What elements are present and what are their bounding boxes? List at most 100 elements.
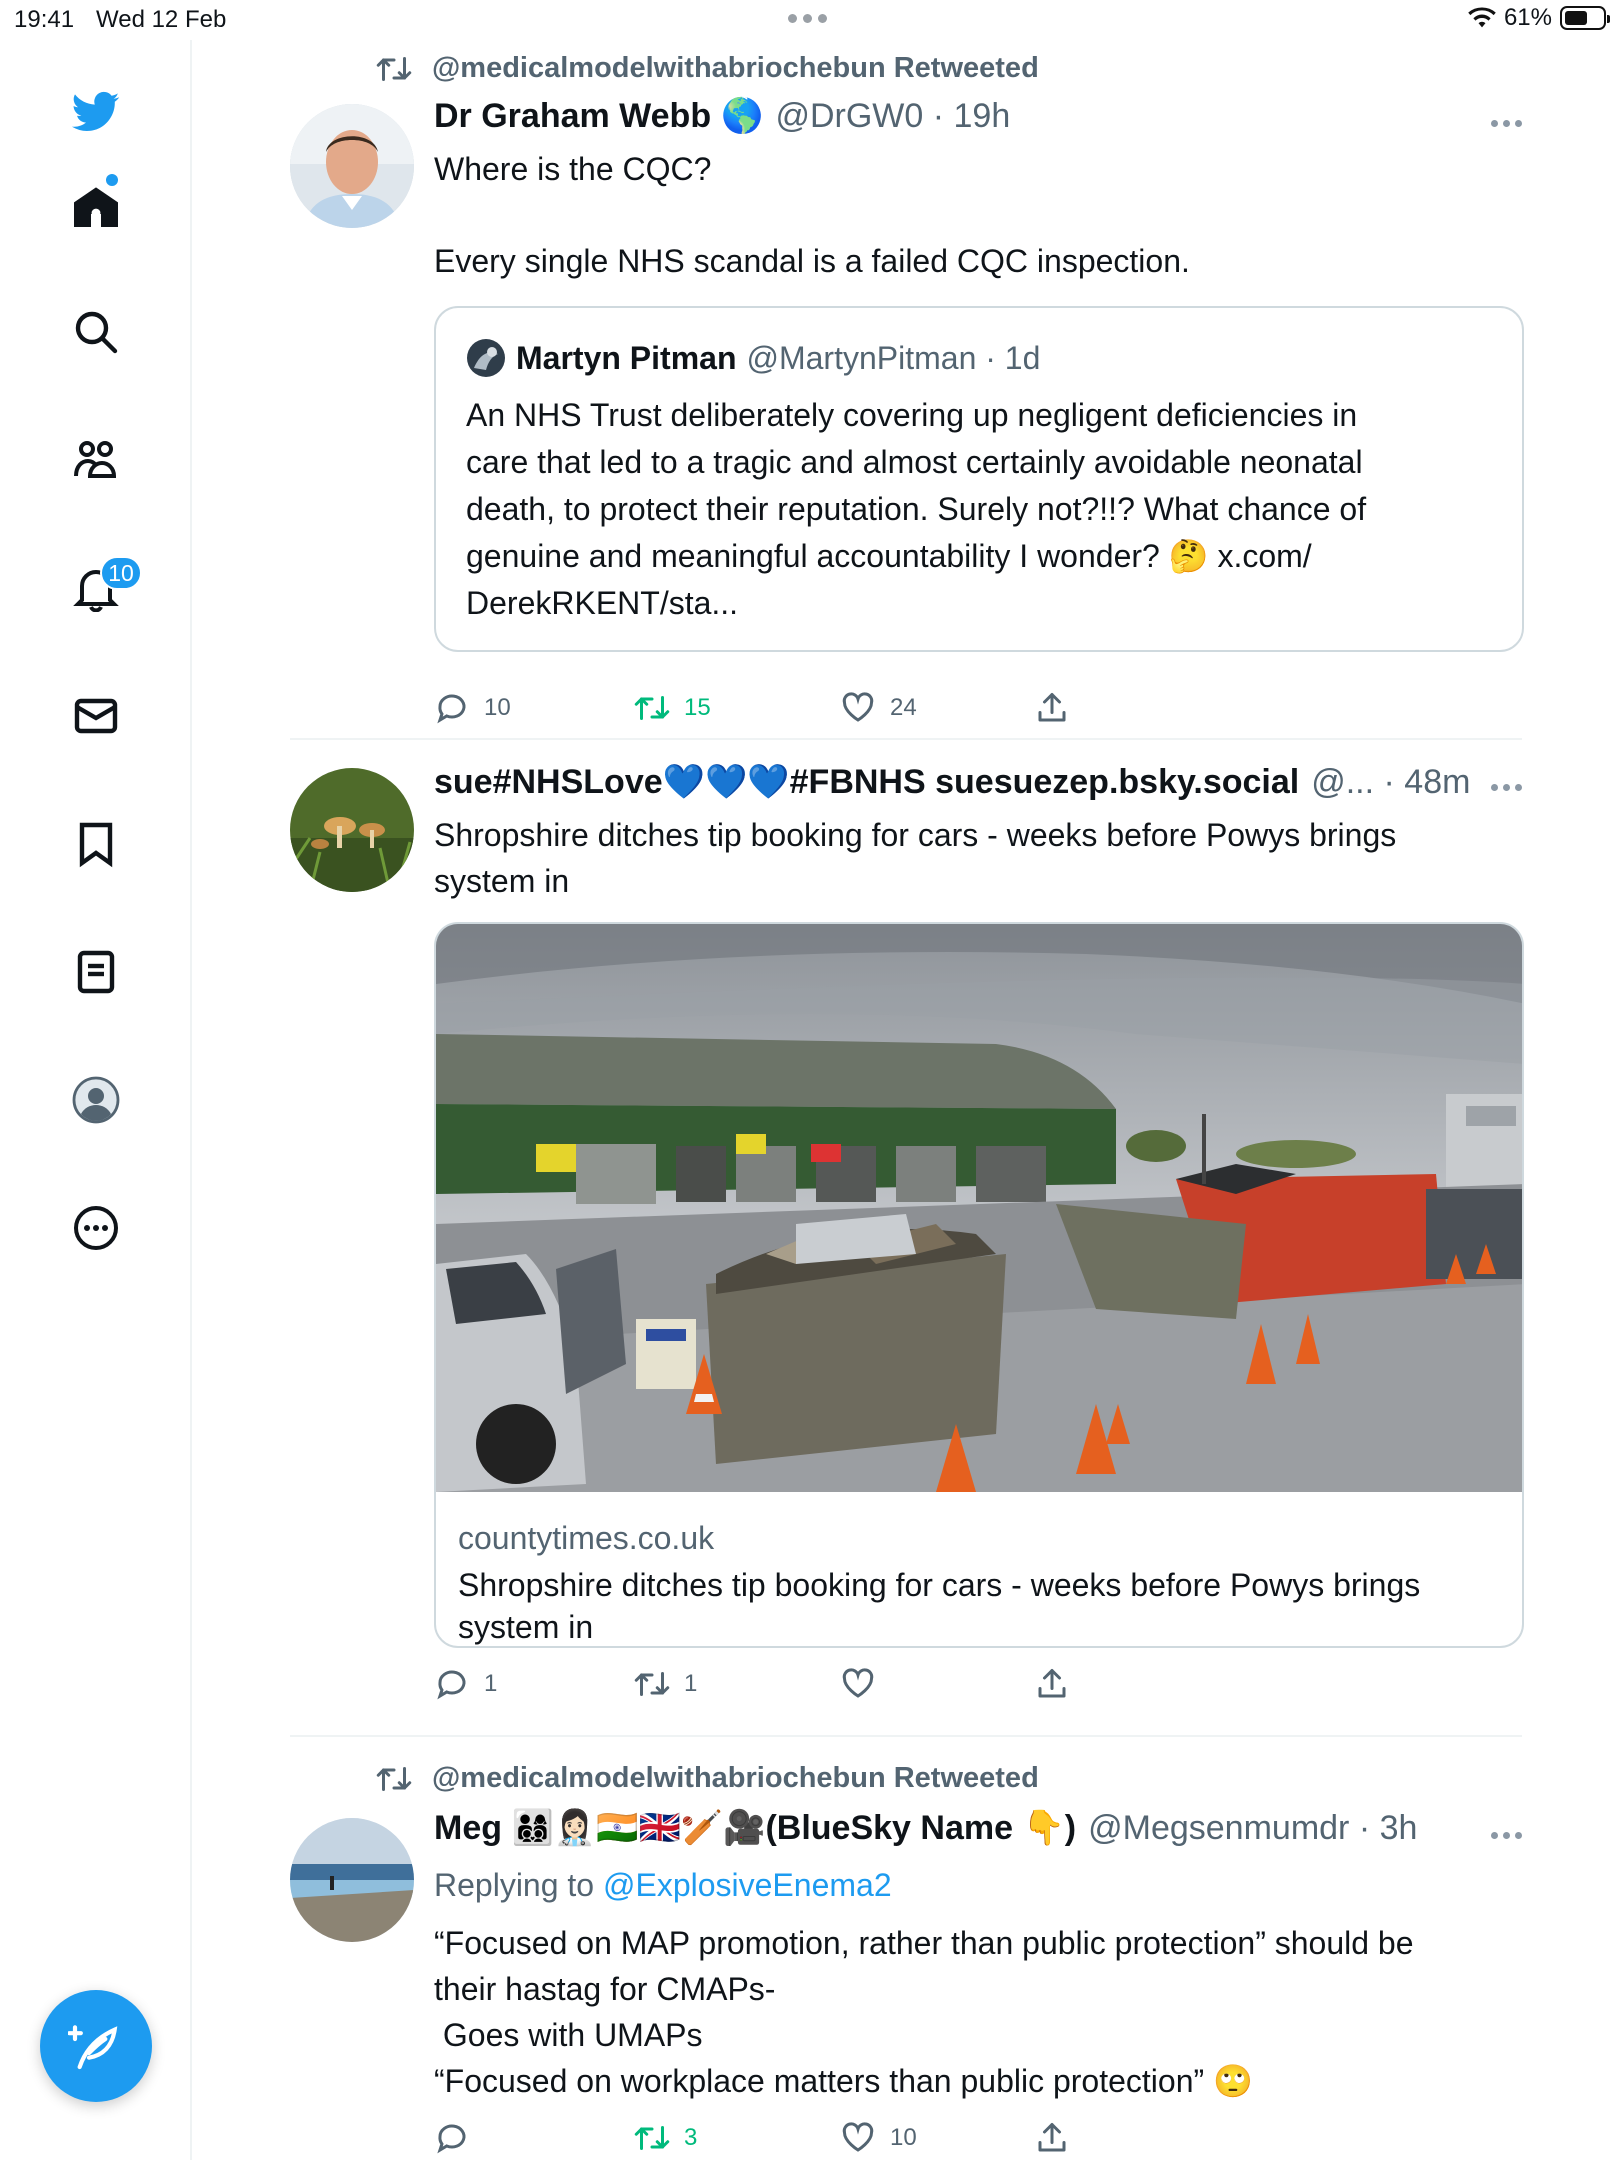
quoted-author-handle-time: @MartynPitman · 1d [746, 339, 1041, 376]
retweet-count: 15 [684, 694, 711, 721]
sidebar: 10 [0, 40, 192, 2160]
tweet-actions: 3 10 [434, 2120, 1114, 2160]
quote-line: care that led to a tragic and almost cer… [466, 444, 1363, 480]
compose-tweet-button[interactable] [40, 1990, 152, 2102]
share-icon [1038, 1669, 1066, 1698]
card-title-line: Shropshire ditches tip booking for cars … [458, 1567, 1421, 1603]
quote-line: DerekRKENT/sta... [466, 585, 739, 621]
tweet-line: Where is the CQC? [434, 151, 712, 187]
heart-icon [842, 2122, 874, 2152]
share-button[interactable] [1034, 2120, 1070, 2156]
share-button[interactable] [1034, 1666, 1070, 1702]
notifications-badge: 10 [100, 556, 142, 590]
author-name[interactable]: sue#NHSLove💙💙💙#FBNHS suesuezep.bsky.soci… [434, 762, 1299, 802]
compose-feather-icon [68, 2025, 118, 2070]
tweet-text: “Focused on MAP promotion, rather than p… [434, 1920, 1414, 2104]
retweet-icon [634, 2126, 670, 2150]
avatar[interactable] [290, 768, 414, 892]
author-handle-time[interactable]: @Megsenmumdr · 3h [1088, 1809, 1417, 1848]
quoted-avatar [467, 339, 505, 377]
replying-to-link[interactable]: @ExplosiveEnema2 [603, 1867, 892, 1903]
retweet-context: @medicalmodelwithabriochebun Retweeted [376, 1762, 1039, 1795]
like-button[interactable] [840, 1666, 890, 1702]
home-icon[interactable] [70, 182, 122, 234]
reply-button[interactable] [434, 2120, 484, 2156]
card-title-line: system in [458, 1609, 594, 1645]
reply-count: 1 [484, 1670, 498, 1697]
tweet-header: Dr Graham Webb 🌎 @DrGW0 · 19h [434, 96, 1010, 136]
link-card[interactable]: countytimes.co.uk Shropshire ditches tip… [434, 922, 1524, 1648]
like-button[interactable]: 10 [840, 2120, 917, 2156]
retweet-count: 1 [684, 1670, 698, 1697]
status-right: 61% [1468, 4, 1610, 32]
avatar[interactable] [290, 1818, 414, 1942]
tweet-line: system in [434, 863, 570, 899]
reply-icon [437, 694, 466, 724]
like-count: 24 [890, 694, 917, 721]
tweet-header: sue#NHSLove💙💙💙#FBNHS suesuezep.bsky.soci… [434, 762, 1470, 802]
tweet[interactable]: @medicalmodelwithabriochebun Retweeted M… [290, 1750, 1522, 2160]
status-bar: 19:41 Wed 12 Feb 61% [0, 0, 1620, 40]
globe-emoji: 🌎 [721, 97, 764, 135]
quote-line: death, to protect their reputation. Sure… [466, 491, 1367, 527]
like-count: 10 [890, 2124, 917, 2151]
tweet-divider [290, 738, 1522, 740]
twitter-bird-icon[interactable] [70, 86, 122, 138]
replying-to-label: Replying to [434, 1867, 595, 1903]
share-button[interactable] [1034, 690, 1070, 726]
quoted-tweet[interactable]: Martyn Pitman @MartynPitman · 1d An NHS … [434, 306, 1524, 652]
author-name[interactable]: Meg 👨‍👩‍👦‍👦👩🏻‍⚕️🇮🇳🇬🇧🏏🎥(BlueSky Name 👇) [434, 1808, 1076, 1848]
link-card-image [436, 924, 1522, 1492]
retweeted-by-label: @medicalmodelwithabriochebun Retweeted [432, 1762, 1039, 1794]
communities-icon[interactable] [70, 434, 122, 486]
retweet-button[interactable]: 15 [634, 690, 711, 726]
avatar[interactable] [290, 104, 414, 228]
like-button[interactable]: 24 [840, 690, 917, 726]
profile-avatar-icon[interactable] [70, 1074, 122, 1126]
wifi-icon [1468, 7, 1496, 28]
tweet-divider [290, 1735, 1522, 1737]
tweet-actions: 10 15 24 [434, 690, 1114, 730]
retweeted-by-label: @medicalmodelwithabriochebun Retweeted [432, 52, 1039, 84]
quote-line: genuine and meaningful accountability I … [466, 538, 1312, 574]
tweet[interactable]: @medicalmodelwithabriochebun Retweeted D… [290, 40, 1524, 740]
retweet-icon [634, 1672, 670, 1696]
tweet-line: “Focused on MAP promotion, rather than p… [434, 1925, 1414, 1961]
tweet[interactable]: sue#NHSLove💙💙💙#FBNHS suesuezep.bsky.soci… [290, 760, 1524, 1730]
tweet-text: Where is the CQC? Every single NHS scand… [434, 146, 1190, 284]
retweet-icon [376, 1766, 412, 1791]
more-options-circle-icon[interactable] [70, 1202, 122, 1254]
share-icon [1038, 693, 1066, 722]
tweet-header: Meg 👨‍👩‍👦‍👦👩🏻‍⚕️🇮🇳🇬🇧🏏🎥(BlueSky Name 👇) @… [434, 1808, 1417, 1848]
tweet-line: “Focused on workplace matters than publi… [434, 2063, 1253, 2099]
reply-button[interactable]: 1 [434, 1666, 497, 1702]
quoted-tweet-text: An NHS Trust deliberately covering up ne… [466, 392, 1486, 627]
bookmarks-icon[interactable] [70, 818, 122, 870]
retweet-button[interactable]: 1 [634, 1666, 697, 1702]
link-card-domain: countytimes.co.uk [458, 1520, 715, 1556]
messages-envelope-icon[interactable] [70, 690, 122, 742]
more-options-icon[interactable] [1491, 120, 1522, 127]
reply-icon [437, 2124, 466, 2154]
status-date: Wed 12 Feb [96, 6, 227, 33]
multitasking-dots-icon[interactable] [788, 14, 827, 23]
tweet-line: Goes with UMAPs [434, 2017, 703, 2053]
tweet-line: their hastag for CMAPs- [434, 1971, 776, 2007]
more-options-icon[interactable] [1491, 784, 1522, 791]
link-card-title: Shropshire ditches tip booking for cars … [458, 1564, 1498, 1646]
author-handle-time[interactable]: @DrGW0 · 19h [775, 97, 1010, 136]
retweet-icon [634, 696, 670, 720]
status-time: 19:41 [14, 6, 75, 33]
tweet-line: Every single NHS scandal is a failed CQC… [434, 243, 1190, 279]
author-name[interactable]: Dr Graham Webb [434, 97, 711, 136]
retweet-button[interactable]: 3 [634, 2120, 697, 2156]
quoted-tweet-header: Martyn Pitman @MartynPitman · 1d [466, 338, 1040, 378]
retweet-context: @medicalmodelwithabriochebun Retweeted [376, 52, 1039, 85]
battery-icon [1560, 6, 1610, 30]
more-options-icon[interactable] [1491, 1832, 1522, 1839]
reply-button[interactable]: 10 [434, 690, 511, 726]
search-icon[interactable] [70, 306, 122, 358]
reply-icon [437, 1670, 466, 1700]
author-handle-time[interactable]: @... · 48m [1311, 763, 1470, 802]
lists-icon[interactable] [70, 946, 122, 998]
